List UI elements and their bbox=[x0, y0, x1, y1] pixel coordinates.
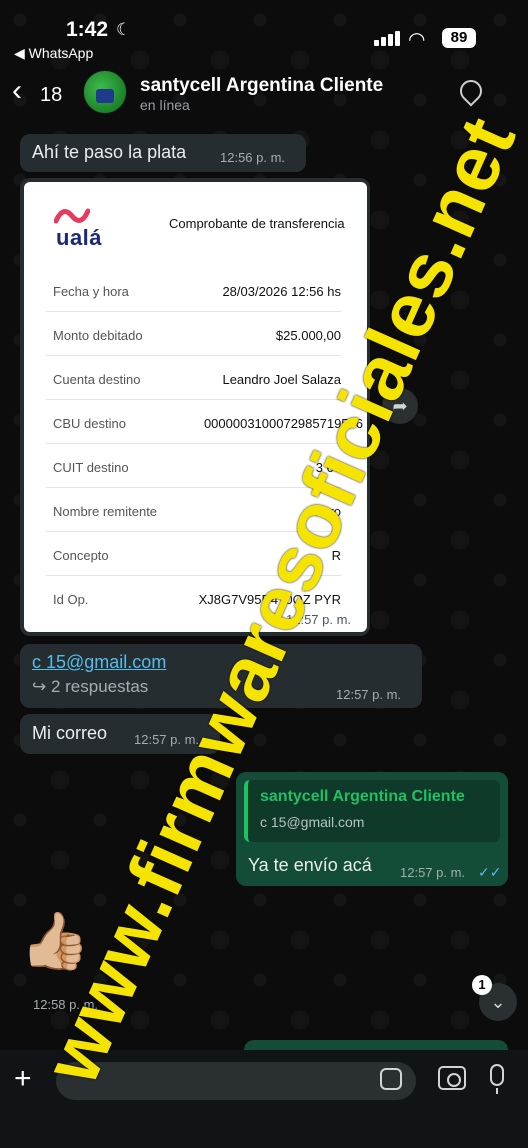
message-input-container[interactable] bbox=[56, 1062, 416, 1100]
receipt-value: R bbox=[331, 548, 341, 563]
attach-plus-button[interactable]: + bbox=[14, 1064, 32, 1094]
back-button[interactable]: ‹ bbox=[12, 76, 22, 106]
contact-status: en línea bbox=[140, 97, 190, 113]
receipt-label: Fecha y hora bbox=[53, 284, 129, 299]
message-bubble-incoming[interactable]: Ahí te paso la plata 12:56 p. m. bbox=[20, 134, 306, 172]
composer-bar: + bbox=[0, 1050, 528, 1148]
uala-logo-icon bbox=[54, 208, 90, 224]
message-time: 12:57 p. m. bbox=[400, 865, 466, 880]
message-text: Ahí te paso la plata bbox=[32, 142, 187, 162]
message-time: 12:57 p. m. bbox=[286, 612, 352, 627]
receipt-row: Concepto R bbox=[46, 532, 341, 576]
receipt-value: Caro bbox=[312, 504, 341, 519]
receipt-label: CBU destino bbox=[53, 416, 126, 431]
receipt-label: Cuenta destino bbox=[53, 372, 141, 387]
moon-icon: ☾ bbox=[116, 20, 132, 39]
back-to-app-link[interactable]: ◀ WhatsApp bbox=[14, 45, 93, 62]
status-time: 1:42 bbox=[66, 18, 109, 41]
receipt-label: Monto debitado bbox=[53, 328, 143, 343]
battery-indicator: 89 bbox=[442, 28, 476, 48]
quoted-message[interactable]: santycell Argentina Cliente c 15@gmail.c… bbox=[244, 780, 500, 842]
unread-badge: 1 bbox=[472, 975, 492, 995]
receipt-row: CUIT destino 3 60 bbox=[46, 444, 341, 488]
receipt-label: Concepto bbox=[53, 548, 109, 563]
receipt-row: CBU destino 0000003100072985719576 bbox=[46, 400, 363, 444]
message-time: 12:57 p. m. bbox=[336, 687, 402, 702]
message-time: 12:56 p. m. bbox=[220, 150, 286, 165]
status-bar: 1:42 ☾ ◀ WhatsApp ◠ 89 bbox=[0, 0, 528, 61]
quoted-text: c 15@gmail.com bbox=[260, 814, 365, 830]
thumbs-up-emoji[interactable]: 👍🏼 bbox=[20, 908, 90, 974]
chat-header: ‹ 18 santycell Argentina Cliente en líne… bbox=[0, 62, 528, 124]
receipt-value: $25.000,00 bbox=[275, 328, 341, 343]
uala-brand: ualá bbox=[56, 225, 103, 250]
replies-link[interactable]: ↪ 2 respuestas bbox=[32, 677, 148, 697]
email-link[interactable]: c 15@gmail.com bbox=[32, 652, 166, 673]
receipt-value: 3 60 bbox=[315, 460, 341, 475]
receipt-value: Leandro Joel Salaza bbox=[222, 372, 341, 387]
message-time: 12:58 p. m. bbox=[33, 997, 99, 1012]
transfer-receipt-image[interactable]: ualá Comprobante de transferencia Fecha … bbox=[24, 182, 367, 632]
receipt-row: Fecha y hora 28/03/2026 12:56 hs bbox=[46, 268, 341, 312]
message-input[interactable] bbox=[70, 1070, 370, 1092]
read-receipt-icon: ✓✓ bbox=[478, 864, 502, 880]
receipt-value: XJ8G7V95D470QZ PYR bbox=[198, 592, 341, 607]
wifi-icon: ◠ bbox=[408, 29, 426, 51]
receipt-value: 28/03/2026 12:56 hs bbox=[222, 284, 341, 299]
receipt-value: 0000003100072985719576 bbox=[203, 416, 363, 431]
microphone-icon[interactable] bbox=[490, 1064, 504, 1094]
receipt-title: Comprobante de transferencia bbox=[169, 216, 345, 231]
receipt-row: Nombre remitente Caro bbox=[46, 488, 341, 532]
receipt-row: Monto debitado $25.000,00 bbox=[46, 312, 341, 356]
signal-icon bbox=[374, 30, 402, 46]
avatar[interactable] bbox=[83, 70, 127, 114]
message-time: 12:57 p. m. bbox=[134, 732, 200, 747]
unread-chats-count[interactable]: 18 bbox=[40, 84, 62, 107]
receipt-row: Cuenta destino Leandro Joel Salaza bbox=[46, 356, 341, 400]
quoted-author: santycell Argentina Cliente bbox=[260, 788, 465, 805]
message-text: Ya te envío acá bbox=[248, 855, 372, 875]
receipt-label: Nombre remitente bbox=[53, 504, 158, 519]
camera-icon[interactable] bbox=[438, 1066, 466, 1090]
sticker-icon[interactable] bbox=[380, 1068, 402, 1090]
message-text: Mi correo bbox=[32, 723, 108, 743]
phone-icon[interactable] bbox=[455, 75, 487, 107]
forward-icon[interactable]: ➦ bbox=[382, 388, 418, 424]
receipt-label: Id Op. bbox=[53, 592, 89, 607]
message-bubble-incoming[interactable]: Mi correo 12:57 p. m. bbox=[20, 714, 220, 754]
receipt-label: CUIT destino bbox=[53, 460, 129, 475]
contact-name[interactable]: santycell Argentina Cliente bbox=[140, 75, 383, 97]
